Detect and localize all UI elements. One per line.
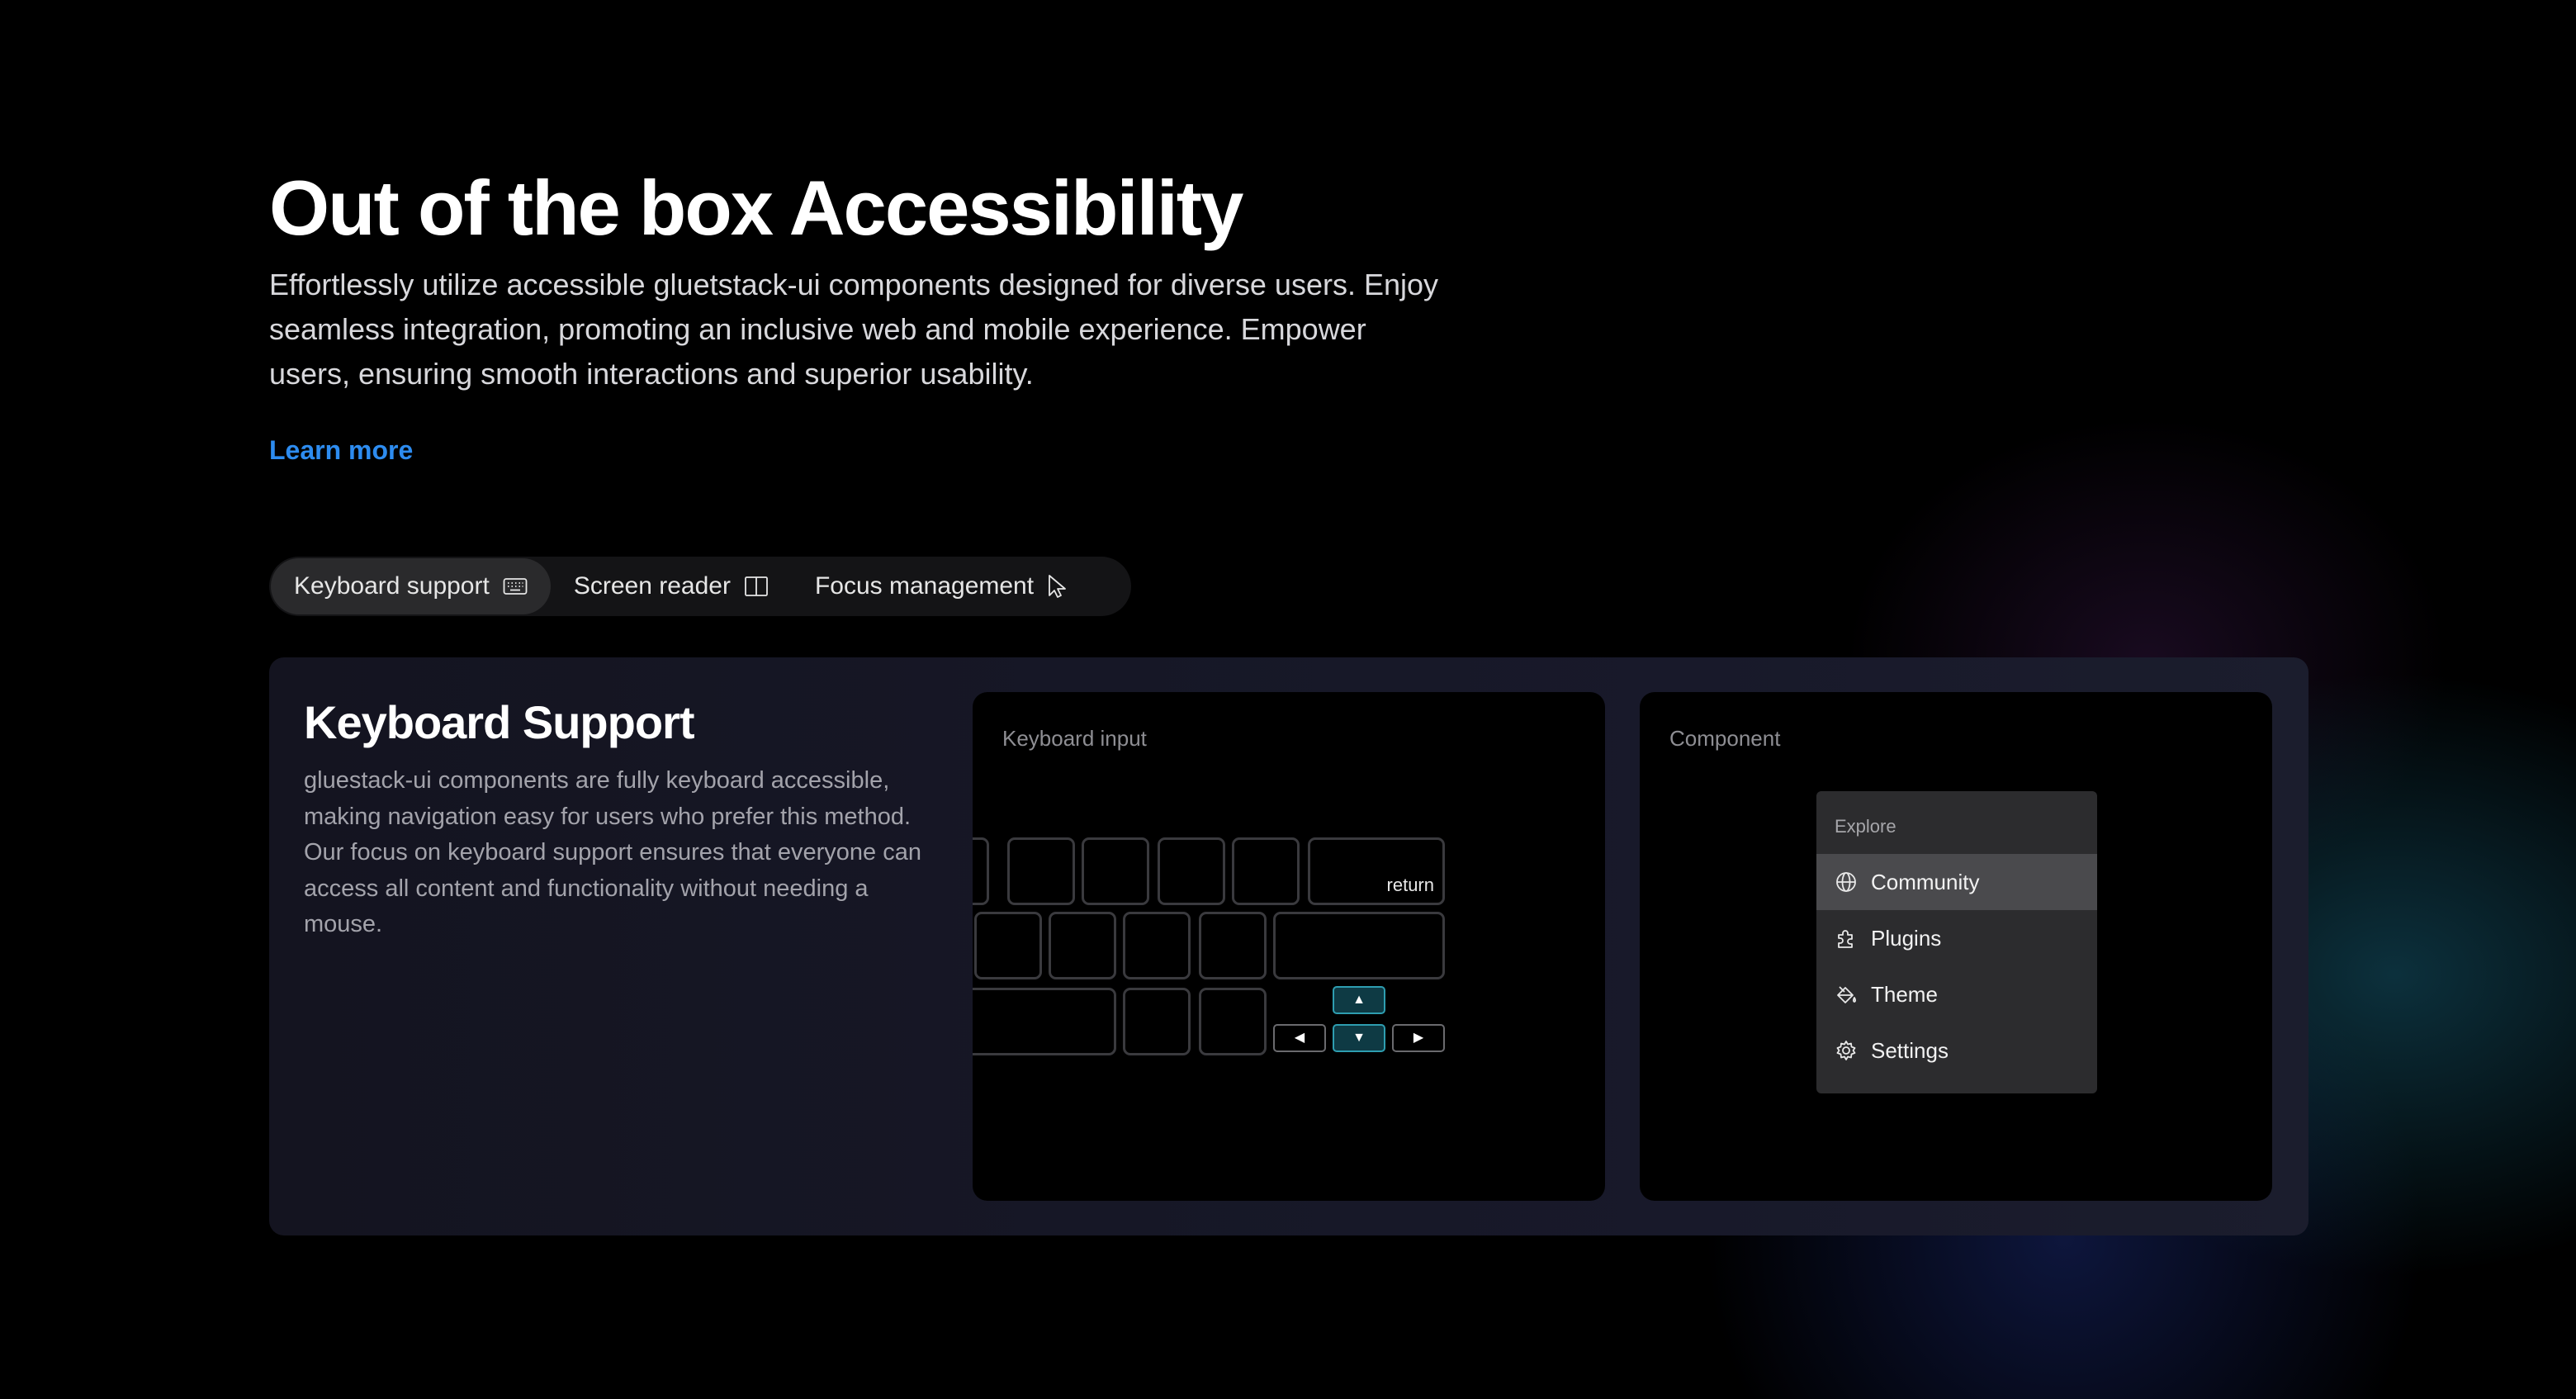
card-label: Component	[1669, 726, 1781, 751]
book-open-icon	[744, 576, 769, 597]
menu-item-settings[interactable]: Settings	[1816, 1022, 2097, 1079]
tab-label: Focus management	[814, 572, 1035, 600]
keyboard-icon	[503, 577, 528, 595]
arrow-up-icon: ▲	[1352, 993, 1366, 1007]
keyboard-key	[973, 837, 989, 905]
arrow-right-icon: ▶	[1413, 1031, 1424, 1045]
keyboard-input-card: Keyboard input return ▲ ◀ ▼ ▶	[973, 692, 1605, 1201]
arrow-right-key: ▶	[1392, 1024, 1445, 1052]
tab-label: Keyboard support	[294, 572, 490, 600]
menu-item-label: Theme	[1871, 981, 1938, 1007]
pointer-icon	[1047, 574, 1068, 599]
panel-title: Keyboard Support	[304, 696, 694, 748]
keyboard-key	[1049, 912, 1116, 979]
tab-focus-management[interactable]: Focus management	[792, 558, 1091, 614]
return-key: return	[1308, 837, 1445, 905]
keyboard-key	[973, 988, 1116, 1055]
globe-icon	[1835, 870, 1858, 894]
keyboard-key	[1199, 912, 1267, 979]
tab-screen-reader[interactable]: Screen reader	[551, 558, 792, 614]
menu-item-label: Community	[1871, 869, 1980, 894]
component-card: Component Explore Community Plugins Them…	[1640, 692, 2272, 1201]
menu-item-theme[interactable]: Theme	[1816, 966, 2097, 1022]
menu-item-label: Plugins	[1871, 925, 1942, 951]
keyboard-key	[1123, 988, 1191, 1055]
return-key-label: return	[1386, 875, 1434, 895]
section-title: Out of the box Accessibility	[269, 164, 1243, 251]
feature-panel: Keyboard Support gluestack-ui components…	[269, 657, 2308, 1235]
explore-menu: Explore Community Plugins Theme Settings	[1816, 791, 2097, 1093]
menu-item-plugins[interactable]: Plugins	[1816, 910, 2097, 966]
panel-description: gluestack-ui components are fully keyboa…	[304, 767, 921, 937]
arrow-left-key: ◀	[1273, 1024, 1326, 1052]
paint-bucket-icon	[1835, 983, 1858, 1006]
keyboard-key	[1158, 837, 1225, 905]
menu-item-community[interactable]: Community	[1816, 854, 2097, 910]
keyboard-key	[1123, 912, 1191, 979]
tab-label: Screen reader	[573, 572, 731, 600]
tab-keyboard-support[interactable]: Keyboard support	[271, 558, 551, 614]
card-label: Keyboard input	[1002, 726, 1147, 751]
keyboard-key	[974, 912, 1042, 979]
puzzle-icon	[1835, 927, 1858, 950]
menu-item-label: Settings	[1871, 1037, 1949, 1063]
arrow-down-key: ▼	[1333, 1024, 1385, 1052]
keyboard-key	[1082, 837, 1149, 905]
arrow-up-key: ▲	[1333, 986, 1385, 1014]
arrow-left-icon: ◀	[1294, 1031, 1305, 1045]
keyboard-key	[1199, 988, 1267, 1055]
gear-icon	[1835, 1039, 1858, 1062]
keyboard-key	[1007, 837, 1075, 905]
feature-tabs: Keyboard support Screen reader Focus man…	[269, 557, 1131, 616]
section-description: Effortlessly utilize accessible gluetsta…	[269, 268, 1439, 391]
keyboard-key	[1273, 912, 1445, 979]
keyboard-key	[1232, 837, 1300, 905]
arrow-down-icon: ▼	[1352, 1031, 1366, 1045]
learn-more-link[interactable]: Learn more	[269, 429, 413, 471]
menu-heading: Explore	[1835, 816, 1896, 837]
